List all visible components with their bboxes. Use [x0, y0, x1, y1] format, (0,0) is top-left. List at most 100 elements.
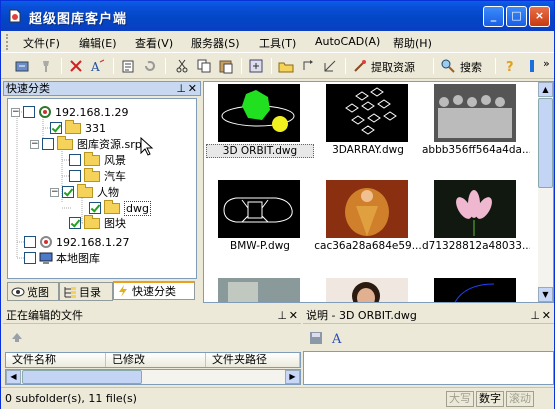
tree-node-blocks[interactable]: 图块: [69, 214, 126, 230]
delete-icon[interactable]: [67, 57, 85, 75]
rename-icon[interactable]: A: [89, 57, 107, 75]
thumbnail-image[interactable]: [326, 84, 408, 142]
thumbnail-image[interactable]: [326, 278, 408, 302]
measure-icon[interactable]: [321, 57, 339, 75]
close-button[interactable]: ×: [529, 6, 550, 27]
close-icon[interactable]: ✕: [289, 309, 298, 323]
tree-node-server-1[interactable]: − 192.168.1.29: [11, 105, 128, 119]
vertical-scrollbar[interactable]: ▲ ▼: [538, 82, 553, 302]
menu-tools[interactable]: 工具(T): [257, 34, 298, 52]
menu-autocad[interactable]: AutoCAD(A): [313, 34, 382, 49]
save-icon[interactable]: [309, 331, 323, 345]
menu-edit[interactable]: 编辑(E): [77, 34, 119, 52]
collapse-toggle[interactable]: −: [11, 107, 20, 117]
menu-server[interactable]: 服务器(S): [189, 34, 242, 52]
description-textarea[interactable]: [303, 351, 554, 385]
thumbnail-image[interactable]: [434, 278, 516, 302]
tree-node-dwg[interactable]: dwg: [89, 199, 151, 216]
about-icon[interactable]: [523, 57, 541, 75]
thumbnail-image[interactable]: [218, 84, 300, 142]
scroll-left-button[interactable]: ◀: [6, 370, 21, 384]
extract-icon[interactable]: [351, 57, 369, 75]
help-icon[interactable]: ?: [501, 57, 519, 75]
tree-node-server-2[interactable]: 192.168.1.27: [24, 235, 129, 249]
maximize-button[interactable]: □: [506, 6, 527, 27]
tree-node-label: 331: [85, 121, 106, 135]
column-header-folder-path[interactable]: 文件夹路径: [206, 353, 300, 367]
close-icon[interactable]: ✕: [188, 82, 197, 95]
thumbnail-caption[interactable]: 3D ORBIT.dwg: [206, 144, 314, 158]
quick-category-panel: 快速分类 ⊥ ✕ − 192.168.1.29 331 − 图库资源.srp 风景 …: [3, 81, 201, 303]
thumbnail-image[interactable]: [434, 84, 516, 142]
horizontal-scrollbar[interactable]: ◀ ▶: [5, 369, 301, 385]
close-icon[interactable]: ✕: [542, 309, 551, 323]
properties-icon[interactable]: [119, 57, 137, 75]
thumbnail-image[interactable]: [218, 180, 300, 238]
toolbar-overflow[interactable]: »: [543, 57, 550, 70]
tree-node-library[interactable]: − 图库资源.srp: [30, 135, 142, 151]
tree-checkbox[interactable]: [62, 186, 74, 198]
font-icon[interactable]: A: [331, 331, 345, 345]
app-icon: [9, 9, 21, 23]
cut-icon[interactable]: [173, 57, 191, 75]
pin-icon[interactable]: ⊥: [176, 82, 186, 95]
thumbnail-caption[interactable]: BMW-P.dwg: [206, 240, 314, 252]
tree-node-people[interactable]: − 人物: [50, 183, 119, 199]
open-folder-icon[interactable]: [277, 57, 295, 75]
tab-thumbnail-view[interactable]: 览图: [7, 282, 59, 301]
tree-checkbox[interactable]: [69, 217, 81, 229]
svg-text:A: A: [90, 60, 100, 74]
tree-node-scenery[interactable]: 风景: [69, 151, 126, 167]
tree-checkbox[interactable]: [89, 202, 101, 214]
thumbnail-caption[interactable]: d71328812a48033...: [422, 240, 530, 252]
tree-checkbox[interactable]: [24, 236, 36, 248]
thumbnail-caption[interactable]: 3DARRAY.dwg: [314, 144, 422, 156]
minimize-button[interactable]: _: [483, 6, 504, 27]
copy-icon[interactable]: [195, 57, 213, 75]
tree-checkbox[interactable]: [50, 122, 62, 134]
car-drawing-icon: [223, 197, 293, 223]
tree-node-cars[interactable]: 汽车: [69, 167, 126, 183]
title-bar[interactable]: 超级图库客户端 _ □ ×: [1, 1, 554, 31]
paste-icon[interactable]: [217, 57, 235, 75]
menu-help[interactable]: 帮助(H): [391, 34, 434, 52]
scroll-thumb[interactable]: [538, 98, 553, 188]
upload-icon[interactable]: [9, 331, 25, 345]
search-icon[interactable]: [439, 57, 457, 75]
menu-view[interactable]: 查看(V): [133, 34, 175, 52]
thumbnail-caption[interactable]: cac36a28a684e59...: [314, 240, 422, 252]
column-header-filename[interactable]: 文件名称: [6, 353, 106, 367]
thumbnail-image[interactable]: [434, 180, 516, 238]
tree-checkbox[interactable]: [42, 138, 54, 150]
thumbnail-image[interactable]: [326, 180, 408, 238]
pin-icon[interactable]: ⊥: [277, 309, 287, 323]
tree-node-local[interactable]: 本地图库: [24, 251, 100, 265]
thumbnail-grid: 3D ORBIT.dwg 3DARRAY.dwg abbb356ff564a4d…: [203, 81, 554, 303]
collapse-toggle[interactable]: −: [30, 139, 39, 149]
tree-checkbox[interactable]: [24, 252, 36, 264]
scroll-thumb[interactable]: [22, 370, 142, 384]
tree-checkbox[interactable]: [69, 154, 81, 166]
refresh-icon[interactable]: [141, 57, 159, 75]
menu-file[interactable]: 文件(F): [21, 34, 62, 52]
tab-quick-category[interactable]: 快速分类: [113, 281, 195, 300]
rotate-icon[interactable]: [299, 57, 317, 75]
tab-directory[interactable]: 目录: [59, 282, 113, 301]
scroll-up-button[interactable]: ▲: [538, 82, 553, 97]
thumbnail-image[interactable]: [218, 278, 300, 302]
import-icon[interactable]: [13, 57, 31, 75]
thumbnail-caption[interactable]: abbb356ff564a4da...: [422, 144, 530, 156]
scroll-right-button[interactable]: ▶: [285, 370, 300, 384]
tree-checkbox[interactable]: [23, 106, 35, 118]
search-label[interactable]: 搜索: [460, 59, 482, 75]
tree-checkbox[interactable]: [69, 170, 81, 182]
column-header-modified[interactable]: 已修改: [106, 353, 206, 367]
description-header: 说明 - 3D ORBIT.dwg ⊥ ✕: [303, 309, 554, 324]
pin-icon[interactable]: ⊥: [530, 309, 540, 323]
scroll-down-button[interactable]: ▼: [538, 287, 553, 302]
extract-resources-label[interactable]: 提取资源: [371, 59, 415, 75]
pin-icon[interactable]: [37, 57, 55, 75]
collapse-toggle[interactable]: −: [50, 187, 59, 197]
tree-node-331[interactable]: 331: [50, 119, 106, 135]
insert-block-icon[interactable]: [247, 57, 265, 75]
